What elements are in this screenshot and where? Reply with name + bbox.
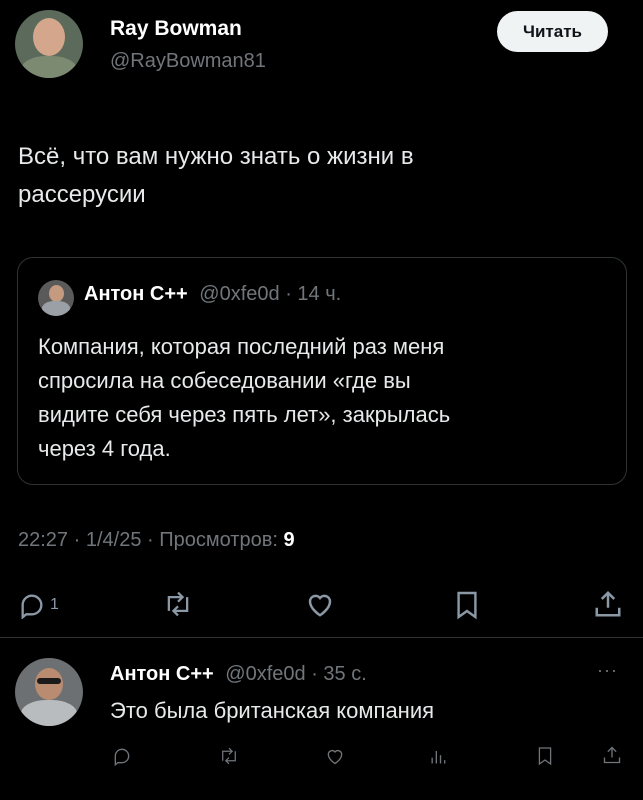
reply-age[interactable]: 35 с. xyxy=(323,663,366,685)
quote-text-line: через 4 года. xyxy=(38,436,171,461)
more-options-button[interactable]: ··· xyxy=(597,660,618,681)
divider xyxy=(0,637,643,638)
quote-author-avatar xyxy=(38,280,74,316)
reply-author-name[interactable]: Антон С++ xyxy=(110,663,214,685)
author-handle[interactable]: @RayBowman81 xyxy=(110,50,266,73)
quote-author-handle: @0xfe0d xyxy=(199,283,280,305)
follow-button[interactable]: Читать xyxy=(497,11,608,52)
quote-age: 14 ч. xyxy=(297,283,342,305)
quote-header: Антон С++ @0xfe0d · 14 ч. xyxy=(84,283,341,306)
tweet-time: 22:27 xyxy=(18,529,69,551)
share-icon[interactable] xyxy=(593,589,623,619)
views-icon[interactable] xyxy=(428,746,448,766)
separator-dot: · xyxy=(311,663,324,685)
reply-icon xyxy=(21,594,43,619)
bookmark-icon[interactable] xyxy=(537,746,553,766)
tweet-meta: 22:27 · 1/4/25 · Просмотров: 9 xyxy=(18,529,295,552)
tweet-text: Всё, что вам нужно знать о жизни в рассе… xyxy=(18,138,618,214)
retweet-icon[interactable] xyxy=(218,746,240,766)
separator-dot: · xyxy=(147,529,160,551)
tweet-text-line: Всё, что вам нужно знать о жизни в xyxy=(18,143,414,170)
quote-text-line: Компания, которая последний раз меня xyxy=(38,334,445,359)
retweet-icon[interactable] xyxy=(162,590,194,618)
tweet-text-line: рассерусии xyxy=(18,181,146,208)
reply-header: Антон С++ @0xfe0d · 35 с. xyxy=(110,663,367,686)
quote-text-line: видите себя через пять лет», закрылась xyxy=(38,402,451,427)
reply-icon[interactable] xyxy=(112,746,132,766)
heart-icon[interactable] xyxy=(325,746,345,766)
reply-author-avatar[interactable] xyxy=(15,658,83,726)
tweet-date[interactable]: 1/4/25 xyxy=(86,529,142,551)
reply-author-handle[interactable]: @0xfe0d xyxy=(225,663,305,685)
reply-button[interactable]: 1 xyxy=(18,590,59,620)
reply-text: Это была британская компания xyxy=(110,698,435,723)
bookmark-icon[interactable] xyxy=(455,590,479,620)
author-avatar[interactable] xyxy=(15,10,83,78)
quote-text: Компания, которая последний раз меня спр… xyxy=(38,330,598,466)
author-name[interactable]: Ray Bowman xyxy=(110,17,242,41)
heart-icon[interactable] xyxy=(305,590,335,618)
views-label: Просмотров: xyxy=(159,529,278,551)
quote-author-name: Антон С++ xyxy=(84,283,188,305)
views-count: 9 xyxy=(283,529,295,551)
reply-count: 1 xyxy=(50,596,59,613)
share-icon[interactable] xyxy=(602,745,622,765)
separator-dot: · xyxy=(285,283,298,305)
quote-text-line: спросила на собеседовании «где вы xyxy=(38,368,411,393)
separator-dot: · xyxy=(73,529,86,551)
